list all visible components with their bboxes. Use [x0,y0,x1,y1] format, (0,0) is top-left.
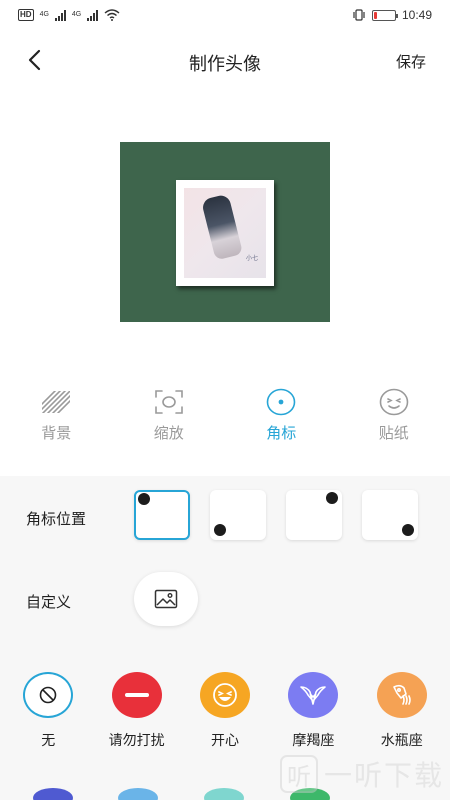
watermark-logo: 听 一听下载 [279,754,444,794]
tab-label: 贴纸 [378,425,409,442]
hatch-icon [41,388,71,416]
badge-peek[interactable] [204,788,244,800]
badge-dot [138,493,150,505]
position-options [134,490,418,540]
photo-card[interactable]: 小七 [176,180,274,286]
avatar-preview: 小七 [120,142,330,322]
network-type-1: 4G [39,11,49,18]
position-bottom-right[interactable] [362,490,418,540]
custom-image-button[interactable] [134,572,198,626]
badge-label: 无 [41,732,56,748]
photo-signature: 小七 [245,255,258,262]
badge-do-not-disturb[interactable]: 请勿打扰 [96,672,178,750]
watermark-text: 一听下载 [323,760,444,791]
watermark-icon: 听 [279,755,318,793]
tab-scale[interactable]: 缩放 [113,388,226,444]
position-label: 角标位置 [26,511,87,528]
aquarius-icon [376,672,427,718]
status-right: 10:49 [352,8,432,22]
custom-label: 自定义 [26,594,72,611]
battery-fill [373,11,377,19]
badge-settings-panel: 角标位置 自定义 无 请勿打扰 开心 摩羯座 水瓶座 [0,476,450,800]
badge-dot [214,524,226,536]
save-button[interactable]: 保存 [396,51,426,72]
smiley-icon [379,388,409,416]
tab-label: 缩放 [153,425,184,442]
badge-dot [402,524,414,536]
badge-label: 开心 [210,732,239,748]
badge-peek[interactable] [118,788,158,800]
no-icon [23,672,74,718]
position-top-right[interactable] [286,490,342,540]
status-bar: HD 4G 4G 10:49 [0,0,450,30]
position-top-left[interactable] [134,490,190,540]
tab-label: 角标 [266,425,297,442]
badge-label: 摩羯座 [292,732,335,748]
tab-label: 背景 [41,425,72,442]
vibrate-icon [353,9,365,21]
signal-icon [54,9,66,21]
clock: 10:49 [401,8,432,22]
battery-icon [371,9,398,21]
position-bottom-left[interactable] [210,490,266,540]
badge-peek[interactable] [33,788,73,800]
badge-dot [326,492,338,504]
image-icon [154,589,178,609]
page-title: 制作头像 [189,54,261,74]
tab-sticker[interactable]: 贴纸 [338,388,450,444]
photo-figure [200,193,244,261]
hd-icon: HD [18,9,34,21]
badge-label: 请勿打扰 [108,732,165,748]
tab-background[interactable]: 背景 [0,388,113,444]
badge-label: 水瓶座 [380,732,423,748]
wifi-icon [104,9,120,21]
laughing-face-icon [199,672,250,718]
badge-capricorn[interactable]: 摩羯座 [272,672,354,750]
header: 制作头像 保存 [0,40,450,80]
scale-frame-icon [154,388,184,416]
tab-badge[interactable]: 角标 [225,388,338,444]
badge-happy[interactable]: 开心 [184,672,266,750]
minus-icon [111,672,162,718]
badge-none[interactable]: 无 [7,672,89,750]
badge-aquarius[interactable]: 水瓶座 [361,672,443,750]
signal-icon [87,9,99,21]
status-left: HD 4G 4G [18,9,120,21]
capricorn-icon [288,672,339,718]
avatar-photo: 小七 [184,188,266,278]
dot-circle-icon [266,388,296,416]
badge-list: 无 请勿打扰 开心 摩羯座 水瓶座 [0,672,450,750]
tool-tabs: 背景 缩放 角标 贴纸 [0,388,450,444]
network-type-2: 4G [71,11,82,18]
